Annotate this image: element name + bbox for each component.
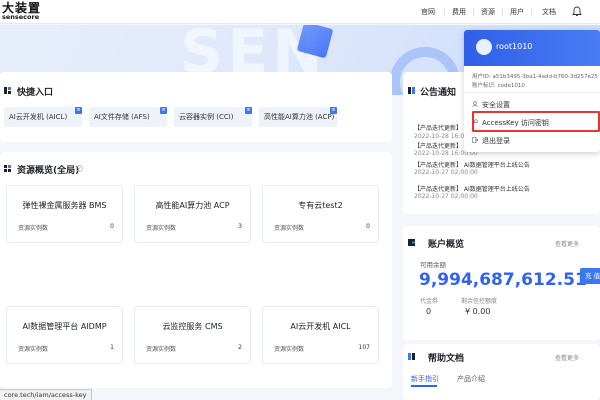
quick-item-badge: ≡ (160, 107, 167, 114)
resource-count-label: 资源实例数 (146, 346, 177, 353)
user-icon (472, 101, 478, 107)
bell-icon[interactable] (572, 6, 582, 17)
account-view-more-link[interactable]: 查看更多 (555, 239, 579, 248)
announcement-item[interactable]: 【产品迭代更新】 (414, 123, 462, 132)
brand-name-en: sensecore (2, 13, 40, 21)
nav-divider (531, 8, 532, 16)
resource-count-label: 资源实例数 (274, 346, 305, 353)
resource-count: 1 (110, 344, 114, 351)
menu-logout[interactable]: 退出登录 (482, 136, 510, 146)
user-id: 用户ID: a51b3495-3ba1-4add-b760-3d257e25 (472, 74, 598, 80)
resource-count: 2 (238, 344, 242, 351)
resource-count: 3 (238, 223, 242, 230)
credit-label: 剩余信控额度 (461, 298, 498, 305)
dropdown-divider (464, 92, 600, 93)
recharge-button[interactable]: 充 值 (580, 268, 600, 284)
user-dropdown-menu: root1010 用户ID: a51b3495-3ba1-4add-b760-3… (464, 30, 600, 152)
browser-status-url: core.tech/iam/access-key (0, 389, 92, 400)
resource-count: 0 (366, 223, 370, 230)
quick-entry-title: 快捷入口 (17, 88, 54, 98)
resource-name: 云监控服务 CMS (162, 322, 223, 331)
quick-item-badge: ≡ (75, 107, 82, 114)
help-docs-title: 帮助文档 (428, 354, 465, 364)
quick-item-aicl[interactable]: AI云开发机 (AICL) ≡ (4, 107, 82, 127)
resource-name: 高性能AI算力池 ACP (155, 201, 230, 210)
nav-billing[interactable]: 费用 (452, 0, 466, 24)
resource-card-test2[interactable]: 专有云test2 资源实例数 0 (262, 185, 379, 243)
announcement-title: 公告通知 (420, 88, 457, 98)
menu-security-settings[interactable]: 安全设置 (482, 100, 510, 110)
resource-card-aidmp[interactable]: AI数据管理平台 AIDMP 资源实例数 1 (6, 306, 123, 364)
account-overview-title: 账户概览 (428, 240, 465, 250)
balance-label: 可用余额 (420, 261, 446, 269)
quick-item-cci[interactable]: 云容器实例 (CCI) ≡ (174, 107, 252, 127)
resource-name: 弹性裸金属服务器 BMS (22, 201, 107, 210)
tab-product-intro[interactable]: 产品介绍 (457, 374, 485, 384)
quick-item-badge: ≡ (245, 107, 252, 114)
nav-resources[interactable]: 资源 (481, 0, 495, 24)
nav-docs[interactable]: 文档 (542, 0, 556, 24)
resource-count-label: 资源实例数 (18, 346, 49, 353)
announcement-item[interactable]: 【产品迭代更新】 (414, 141, 462, 150)
resource-card-acp[interactable]: 高性能AI算力池 ACP 资源实例数 3 (134, 185, 251, 243)
resource-card-aicl[interactable]: AI云开发机 AICL 资源实例数 107 (262, 306, 379, 364)
resource-count-label: 资源实例数 (18, 225, 49, 232)
resource-count-label: 资源实例数 (274, 225, 305, 232)
wallet-icon (408, 239, 415, 246)
quick-item-badge: ≡ (330, 107, 337, 114)
quick-item-label: AI文件存储 (AFS) (94, 113, 150, 121)
voucher-value: 0 (426, 307, 432, 316)
help-view-more-link[interactable]: 查看更多 (555, 353, 579, 362)
announcement-date: 2022-10-27 02:00:00 (414, 169, 478, 176)
resource-card-bms[interactable]: 弹性裸金属服务器 BMS 资源实例数 0 (6, 185, 123, 243)
resource-overview-title: 资源概览(全局) (17, 166, 80, 176)
nav-divider (502, 8, 503, 16)
resource-count: 107 (358, 344, 370, 351)
quick-item-label: 高性能AI算力池 (ACP) (264, 113, 335, 121)
quick-item-label: 云容器实例 (CCI) (179, 113, 234, 121)
announcement-date: 2022-10-28 16:0 (414, 133, 465, 140)
nav-divider (444, 8, 445, 16)
top-navbar: 大装置 sensecore 官网 费用 资源 用户 文档 (0, 0, 600, 24)
balance-value: 9,994,687,612.51 (419, 270, 587, 290)
quick-item-acp[interactable]: 高性能AI算力池 (ACP) ≡ (259, 107, 337, 127)
nav-divider (473, 8, 474, 16)
logout-icon (472, 137, 478, 143)
resource-count: 0 (110, 223, 114, 230)
tab-beginner-guide[interactable]: 新手指引 (411, 374, 439, 384)
book-icon (408, 353, 415, 360)
accesskey-highlight-box (472, 111, 600, 132)
help-circle-icon[interactable]: ? (76, 165, 83, 172)
username: root1010 (496, 42, 533, 51)
credit-value: ¥ 0.00 (465, 307, 491, 316)
nav-users[interactable]: 用户 (510, 0, 524, 24)
quick-item-afs[interactable]: AI文件存储 (AFS) ≡ (89, 107, 167, 127)
avatar (476, 39, 492, 55)
quick-entry-icon (4, 87, 11, 94)
resource-overview-icon (4, 165, 11, 172)
svg-text:?: ? (78, 166, 81, 172)
announcement-item[interactable]: 【产品迭代更新】 AI数据管理平台上线公告 (414, 184, 530, 193)
resource-card-cms[interactable]: 云监控服务 CMS 资源实例数 2 (134, 306, 251, 364)
quick-item-label: AI云开发机 (AICL) (9, 113, 68, 121)
brand-logo[interactable]: 大装置 sensecore (2, 2, 41, 21)
resource-name: AI数据管理平台 AIDMP (22, 322, 107, 331)
resource-name: AI云开发机 AICL (290, 322, 351, 331)
resource-count-label: 资源实例数 (146, 225, 177, 232)
resource-name: 专有云test2 (298, 201, 343, 210)
megaphone-icon (408, 87, 415, 94)
announcement-item[interactable]: 【产品迭代更新】 AI数据管理平台上线公告 (414, 160, 530, 169)
user-dropdown-header: root1010 (464, 30, 600, 66)
tab-active-underline (411, 385, 437, 387)
announcement-date: 2022-10-27 02:00:00 (414, 193, 478, 200)
voucher-label: 代金券 (420, 298, 439, 305)
nav-official-site[interactable]: 官网 (421, 0, 435, 24)
user-identity: 账户标识: code1010 (472, 83, 525, 89)
